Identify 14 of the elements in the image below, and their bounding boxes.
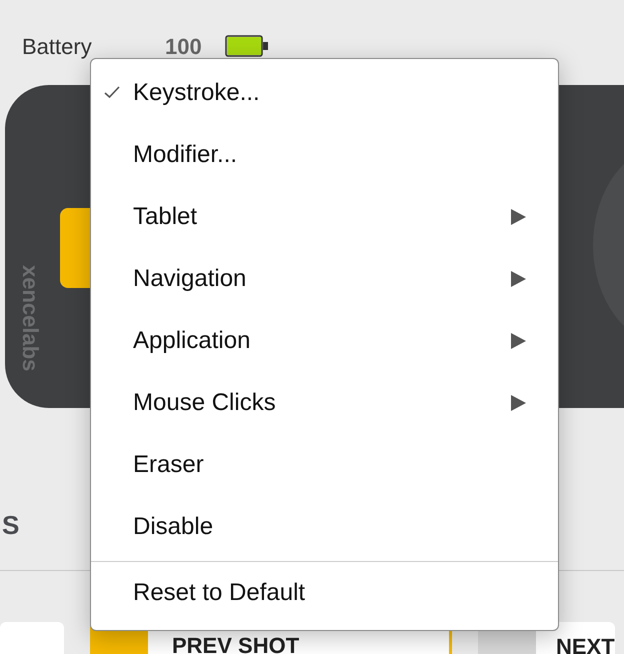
- battery-label: Battery: [22, 32, 93, 61]
- menu-item[interactable]: Eraser: [91, 434, 558, 496]
- shortcut-button[interactable]: NEXT: [536, 622, 615, 654]
- menu-item[interactable]: Modifier...: [91, 124, 558, 186]
- menu-item[interactable]: Disable: [91, 496, 558, 558]
- menu-item[interactable]: Reset to Default: [91, 562, 558, 624]
- menu-item[interactable]: Mouse Clicks: [91, 372, 558, 434]
- battery-icon: [225, 35, 269, 57]
- menu-item[interactable]: Tablet: [91, 186, 558, 248]
- menu-item[interactable]: Application: [91, 310, 558, 372]
- battery-value: 100: [165, 32, 203, 60]
- menu-item[interactable]: Keystroke...: [91, 62, 558, 124]
- section-label: S: [2, 510, 20, 540]
- menu-item[interactable]: Navigation: [91, 248, 558, 310]
